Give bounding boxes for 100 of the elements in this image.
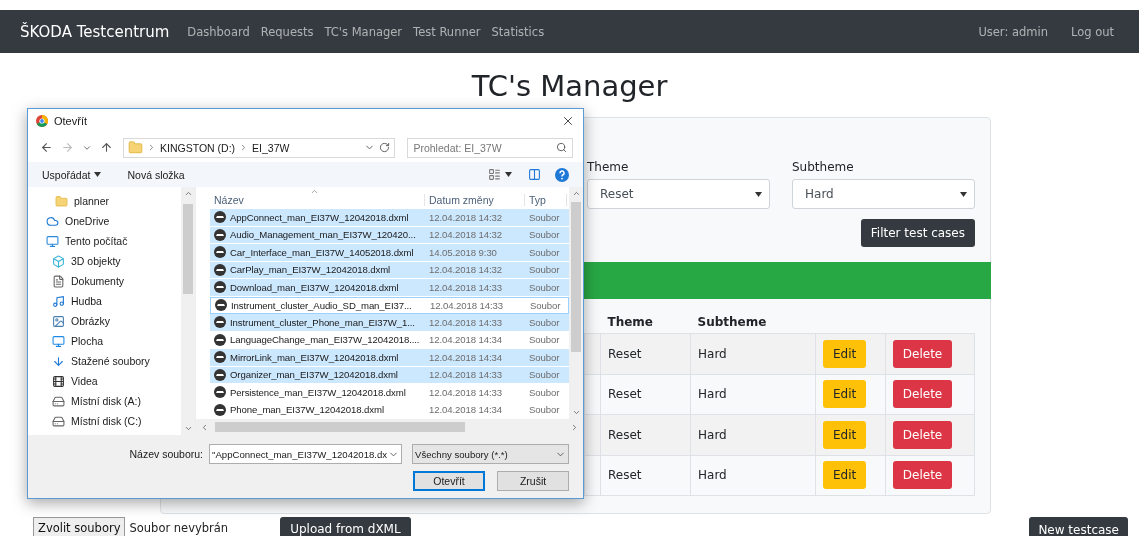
- preview-pane-button[interactable]: [526, 168, 543, 181]
- file-row[interactable]: MirrorLink_man_EI37W_12042018.dxml 12.04.2018 14:34 Soubor: [210, 349, 569, 367]
- file-name: Car_Interface_man_EI37W_14052018.dxml: [230, 246, 414, 258]
- filter-label: Subtheme: [792, 160, 855, 174]
- file-name: MirrorLink_man_EI37W_12042018.dxml: [230, 351, 399, 363]
- page-title: TC's Manager: [470, 69, 669, 103]
- file-type: Soubor: [529, 246, 560, 258]
- folder-icon: [55, 194, 68, 208]
- toolbar-button[interactable]: Nová složka: [127, 168, 185, 181]
- nav-item[interactable]: Obrázky: [71, 315, 111, 327]
- nav-item[interactable]: Plocha: [71, 335, 104, 347]
- sort-icon: [310, 187, 319, 196]
- nav-item[interactable]: 3D objekty: [71, 255, 121, 267]
- file-type: Soubor: [529, 281, 560, 293]
- pane-icon: [528, 168, 541, 181]
- file-row[interactable]: Download_man_EI37W_12042018.dxml 12.04.2018 14:33 Soubor: [210, 279, 569, 297]
- view-list-icon: [488, 168, 501, 181]
- nav-item[interactable]: Hudba: [71, 295, 102, 307]
- column-header: Theme: [600, 315, 691, 334]
- delete-button[interactable]: Delete: [892, 339, 953, 368]
- logout-link[interactable]: Log out: [1070, 24, 1114, 39]
- nav-item[interactable]: OneDrive: [65, 215, 110, 227]
- help-icon[interactable]: [555, 167, 569, 182]
- monitor-icon: [46, 234, 59, 248]
- select-field[interactable]: Hard: [792, 179, 975, 209]
- brand[interactable]: ŠKODA Testcentrum: [20, 22, 170, 41]
- path-segment[interactable]: EI_37W: [252, 141, 290, 154]
- nav-item[interactable]: Místní disk (A:): [71, 395, 141, 407]
- column-header[interactable]: Typ: [525, 194, 567, 206]
- file-status: Soubor nevybrán: [129, 521, 229, 535]
- file-date: 12.04.2018 14:33: [429, 386, 503, 398]
- column-header[interactable]: Datum změny: [425, 194, 525, 206]
- file-type: Soubor: [529, 369, 560, 381]
- scroll-down-icon: [183, 424, 193, 433]
- edit-button[interactable]: Edit: [823, 339, 867, 368]
- scroll-down-icon: [571, 408, 581, 417]
- choose-files-button[interactable]: Zvolit soubory: [33, 517, 126, 536]
- scrollbar[interactable]: [181, 187, 195, 435]
- caret-icon: [94, 172, 102, 177]
- filter-button[interactable]: Filter test cases: [860, 219, 975, 247]
- nav-item[interactable]: Stažené soubory: [71, 355, 150, 367]
- close-button[interactable]: [561, 114, 575, 128]
- edit-button[interactable]: Edit: [823, 380, 867, 409]
- file-row[interactable]: Instrument_cluster_Phone_man_EI37W_1... 12.04.2018 14:33 Soubor: [210, 314, 569, 332]
- delete-button[interactable]: Delete: [892, 380, 953, 409]
- caret-icon: [960, 191, 967, 197]
- refresh-icon[interactable]: [379, 142, 391, 153]
- file-name: LanguageChange_man_EI37W_12042018....: [230, 334, 420, 346]
- file-row[interactable]: AppConnect_man_EI37W_12042018.dxml 12.04.2018 14:32 Soubor: [210, 209, 569, 227]
- column-header: Subtheme: [690, 315, 816, 334]
- column-header[interactable]: Název: [210, 194, 425, 206]
- nav-item[interactable]: Místní disk (C:): [71, 415, 142, 427]
- nav-link[interactable]: TC's Manager: [324, 24, 403, 39]
- file-name: Organizer_man_EI37W_12042018.dxml: [230, 369, 398, 381]
- new-testcase-button[interactable]: New testcase: [1029, 517, 1128, 536]
- file-name: Download_man_EI37W_12042018.dxml: [230, 281, 399, 293]
- upload-button[interactable]: Upload from dXML: [280, 517, 411, 536]
- file-type-dropdown[interactable]: Všechny soubory (*.*): [412, 444, 569, 464]
- table-cell: Reset: [600, 333, 691, 374]
- toolbar-button[interactable]: Uspořádat: [42, 168, 102, 181]
- file-type: Soubor: [529, 211, 560, 223]
- nav-link[interactable]: Dashboard: [187, 24, 250, 39]
- select-field[interactable]: Reset: [587, 179, 770, 209]
- edit-button[interactable]: Edit: [823, 420, 867, 449]
- path-segment[interactable]: KINGSTON (D:): [160, 141, 236, 154]
- nav-link[interactable]: Test Runner: [413, 24, 481, 39]
- file-type: Soubor: [529, 386, 560, 398]
- table-cell: Reset: [600, 374, 691, 415]
- delete-button[interactable]: Delete: [892, 461, 953, 490]
- search-icon: [556, 142, 567, 153]
- search-field[interactable]: Prohledat: EI_37W: [407, 137, 573, 158]
- delete-button[interactable]: Delete: [892, 420, 953, 449]
- file-type: Soubor: [529, 264, 560, 276]
- scroll-left-icon: [200, 422, 209, 432]
- nav-link[interactable]: Requests: [260, 24, 314, 39]
- file-name: Audio_Management_man_EI37W_120420...: [230, 229, 416, 241]
- folder-icon: [128, 140, 143, 155]
- nav-item[interactable]: Dokumenty: [71, 275, 125, 287]
- scrollbar[interactable]: [569, 187, 583, 419]
- nav-link[interactable]: Statistics: [491, 24, 545, 39]
- nav-item[interactable]: Tento počítač: [65, 235, 128, 247]
- down-arrow-icon: [52, 354, 65, 368]
- filename-field[interactable]: "AppConnect_man_EI37W_12042018.dx: [209, 444, 402, 464]
- file-type: Soubor: [529, 334, 560, 346]
- edit-button[interactable]: Edit: [823, 461, 867, 490]
- scrollbar[interactable]: [196, 419, 583, 435]
- file-date: 12.04.2018 14:32: [429, 211, 503, 223]
- nav-item[interactable]: planner: [74, 195, 110, 207]
- address-bar[interactable]: KINGSTON (D:) EI_37W: [123, 137, 396, 158]
- file-date: 14.05.2018 9:30: [429, 246, 497, 258]
- dialog-button[interactable]: Zrušit: [497, 471, 569, 491]
- music-note-icon: [52, 294, 65, 308]
- nav-item[interactable]: Videa: [71, 375, 98, 387]
- view-options-button[interactable]: [486, 168, 514, 181]
- file-row[interactable]: Car_Interface_man_EI37W_14052018.dxml 14.05.2018 9:30 Soubor: [210, 244, 569, 262]
- filter-label: Theme: [587, 160, 630, 174]
- scroll-up-icon: [571, 189, 581, 198]
- film-icon: [52, 374, 65, 388]
- file-type: Soubor: [529, 316, 560, 328]
- dialog-button[interactable]: Otevřít: [413, 471, 485, 491]
